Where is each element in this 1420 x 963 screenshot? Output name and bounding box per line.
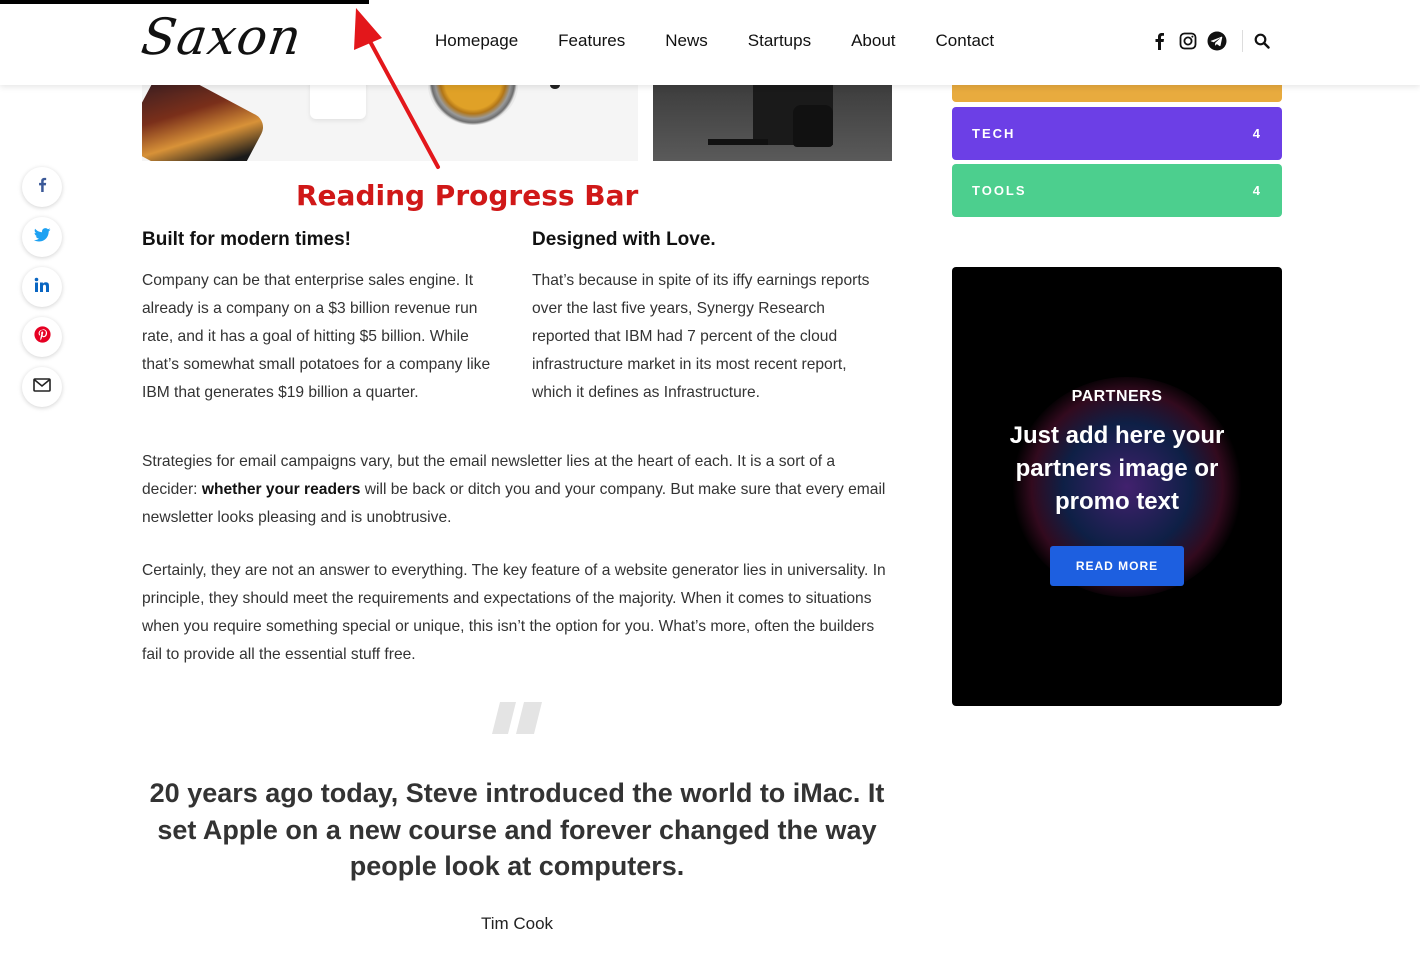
nav-about[interactable]: About: [851, 31, 895, 51]
annotation-label: Reading Progress Bar: [296, 179, 639, 212]
reading-progress-fill: [0, 0, 370, 4]
share-email-button[interactable]: [22, 367, 62, 407]
feature-title: Designed with Love.: [532, 229, 716, 250]
share-facebook-button[interactable]: [22, 167, 62, 207]
promo-title: Just add here your partners image or pro…: [1009, 422, 1225, 515]
backpack-image: [793, 105, 833, 147]
feature-text: That’s because in spite of its iffy earn…: [532, 272, 870, 401]
nav-homepage[interactable]: Homepage: [435, 31, 518, 51]
instagram-icon[interactable]: [1177, 30, 1199, 52]
dark-object-image: [550, 85, 560, 89]
feature-column-modern: Built for modern times! Company can be t…: [142, 229, 492, 407]
paragraph-bold-text: whether your readers: [201, 481, 361, 498]
feature-text: Company can be that enterprise sales eng…: [142, 272, 491, 401]
search-icon[interactable]: [1251, 30, 1273, 52]
share-twitter-button[interactable]: [22, 217, 62, 257]
category-label: TOOLS: [972, 183, 1027, 198]
facebook-icon[interactable]: [1148, 30, 1170, 52]
nav-startups[interactable]: Startups: [748, 31, 811, 51]
tea-cup-image: [428, 85, 518, 125]
share-pinterest-button[interactable]: [22, 317, 62, 357]
site-logo[interactable]: Saxon: [138, 8, 306, 66]
pinterest-icon: [33, 326, 51, 348]
nav-features[interactable]: Features: [558, 31, 625, 51]
nav-news[interactable]: News: [665, 31, 708, 51]
feature-column-love: Designed with Love. That’s because in sp…: [532, 229, 882, 407]
share-sidebar: [22, 167, 62, 417]
site-header: Saxon Homepage Features News Startups Ab…: [0, 0, 1420, 85]
twitter-icon: [33, 227, 51, 247]
blockquote-text: 20 years ago today, Steve introduced the…: [149, 778, 885, 881]
article-paragraph: Strategies for email campaigns vary, but…: [142, 448, 887, 532]
feature-title: Built for modern times!: [142, 229, 352, 250]
nav-contact[interactable]: Contact: [936, 31, 995, 51]
quote-mark-icon: [490, 700, 544, 741]
telegram-icon[interactable]: [1206, 30, 1228, 52]
partners-promo: PARTNERS Just add here your partners ima…: [952, 267, 1282, 706]
hero-image-office: [653, 85, 892, 161]
category-count: 4: [1252, 183, 1262, 198]
header-divider: [1242, 30, 1243, 52]
linkedin-icon: [34, 277, 50, 298]
reading-progress-bar: [0, 0, 1420, 4]
read-more-button[interactable]: READ MORE: [1050, 546, 1184, 586]
hero-image-products: [142, 85, 638, 161]
mail-icon: [33, 377, 51, 397]
phone-image: [142, 85, 268, 161]
article-paragraph: Certainly, they are not an answer to eve…: [142, 562, 886, 663]
share-linkedin-button[interactable]: [22, 267, 62, 307]
category-tools[interactable]: TOOLS 4: [952, 164, 1282, 217]
chair-image: [708, 95, 768, 145]
main-nav: Homepage Features News Startups About Co…: [435, 31, 1034, 51]
blockquote-author: Tim Cook: [480, 914, 554, 933]
white-object-image: [310, 85, 366, 119]
promo-kicker: PARTNERS: [1071, 388, 1163, 405]
category-count: 4: [1252, 126, 1262, 141]
facebook-icon: [37, 176, 47, 198]
header-social-links: [1148, 30, 1273, 52]
category-tech[interactable]: TECH 4: [952, 107, 1282, 160]
category-label: TECH: [972, 126, 1016, 141]
